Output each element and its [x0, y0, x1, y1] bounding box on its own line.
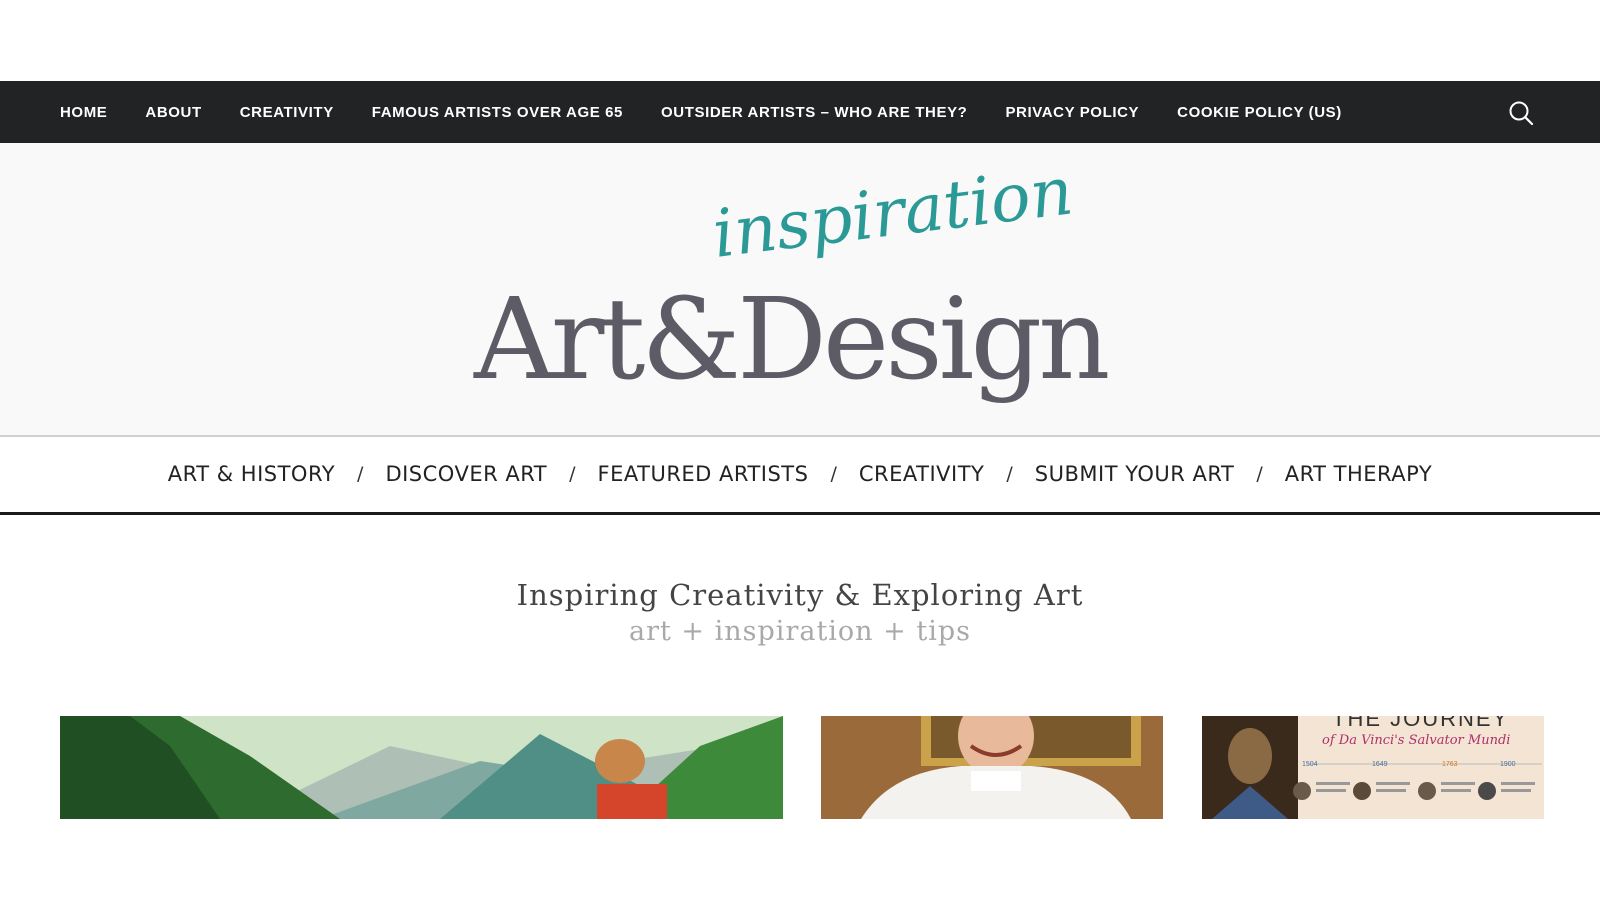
logo-script-text: inspiration — [709, 173, 1077, 273]
category-separator: / — [1256, 463, 1263, 485]
infographic-year: 1504 — [1302, 761, 1318, 768]
site-subtagline: art + inspiration + tips — [629, 616, 971, 647]
category-separator: / — [830, 463, 837, 485]
category-creativity[interactable]: CREATIVITY — [859, 462, 985, 486]
search-icon[interactable] — [1508, 100, 1534, 126]
category-art-therapy[interactable]: ART THERAPY — [1285, 462, 1432, 486]
top-nav-home[interactable]: HOME — [60, 104, 107, 121]
top-nav-menu: HOME ABOUT CREATIVITY FAMOUS ARTISTS OVE… — [60, 104, 1380, 121]
category-discover-art[interactable]: DISCOVER ART — [385, 462, 547, 486]
infographic-title: THE JOURNEY — [1332, 716, 1509, 731]
logo-main-text: Art&Design — [473, 275, 1108, 403]
category-submit-your-art[interactable]: SUBMIT YOUR ART — [1035, 462, 1235, 486]
featured-post-portrait-image[interactable] — [821, 716, 1163, 819]
featured-post-landscape-image[interactable] — [60, 716, 783, 819]
site-tagline: Inspiring Creativity & Exploring Art — [516, 578, 1084, 612]
infographic-subtitle: of Da Vinci's Salvator Mundi — [1322, 733, 1510, 748]
infographic-year: 1900 — [1500, 761, 1516, 768]
top-nav-famous-artists[interactable]: FAMOUS ARTISTS OVER AGE 65 — [372, 104, 623, 121]
top-nav-creativity[interactable]: CREATIVITY — [240, 104, 334, 121]
infographic-year: 1763 — [1442, 761, 1458, 768]
category-art-history[interactable]: ART & HISTORY — [168, 462, 335, 486]
site-header: Art&Design inspiration — [0, 143, 1600, 437]
top-nav-privacy-policy[interactable]: PRIVACY POLICY — [1005, 104, 1139, 121]
site-logo[interactable]: Art&Design inspiration — [470, 173, 1130, 403]
top-navigation-bar: HOME ABOUT CREATIVITY FAMOUS ARTISTS OVE… — [0, 81, 1600, 143]
category-navigation: ART & HISTORY / DISCOVER ART / FEATURED … — [0, 436, 1600, 515]
top-nav-about[interactable]: ABOUT — [145, 104, 201, 121]
top-nav-cookie-policy[interactable]: COOKIE POLICY (US) — [1177, 104, 1342, 121]
category-separator: / — [357, 463, 364, 485]
category-featured-artists[interactable]: FEATURED ARTISTS — [598, 462, 809, 486]
featured-post-infographic-image[interactable]: THE JOURNEY of Da Vinci's Salvator Mundi… — [1202, 716, 1544, 819]
category-separator: / — [569, 463, 576, 485]
top-nav-outsider-artists[interactable]: OUTSIDER ARTISTS – WHO ARE THEY? — [661, 104, 967, 121]
infographic-year: 1649 — [1372, 761, 1388, 768]
category-separator: / — [1006, 463, 1013, 485]
